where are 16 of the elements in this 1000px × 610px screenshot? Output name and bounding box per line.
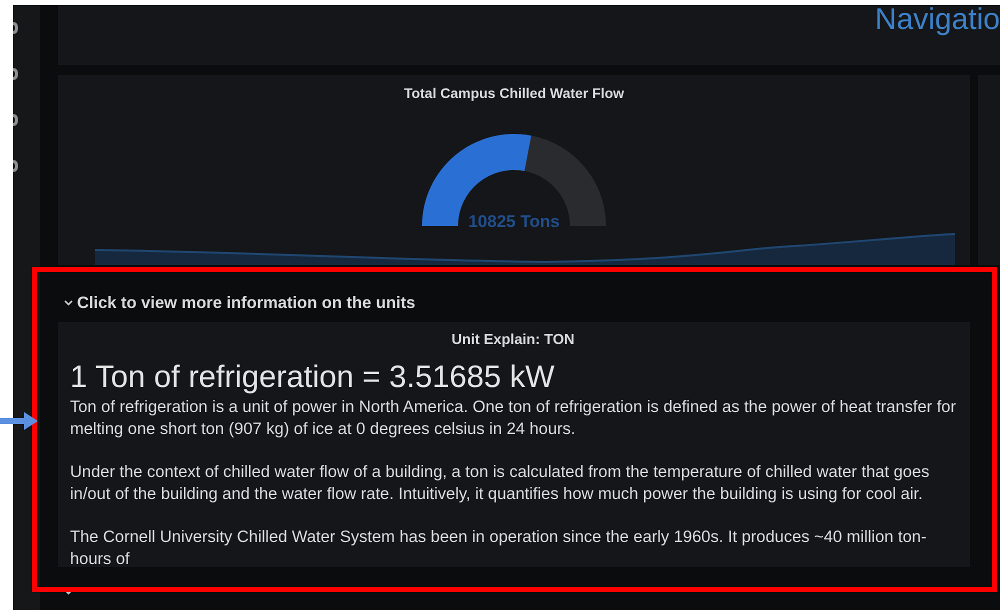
info-paragraph: The Cornell University Chilled Water System has been in operation since the early 1960s. It produces ~40 million ton-hours of	[70, 526, 928, 570]
sidebar-icon[interactable]	[13, 159, 19, 173]
page-title: Navigatio	[874, 5, 1000, 35]
chevron-down-icon[interactable]	[64, 589, 73, 595]
pointer-arrow	[0, 410, 40, 432]
panel-title: Total Campus Chilled Water Flow	[404, 84, 624, 103]
info-paragraph: Ton of refrigeration is a unit of power in North America. One ton of refrigeration is defined as the power of heat transfer for melting one short ton (907 kg) of ice at 0 degrees celsius in 24 hours.	[70, 396, 956, 440]
conversion-heading: 1 Ton of refrigeration = 3.51685 kW	[70, 360, 556, 394]
info-paragraph: Under the context of chilled water flow of a building, a ton is calculated from the temperature of chilled water that goes in/out of the building and the water flow rate. Intuitively, it quantifies how much power the building is using for cool air.	[70, 462, 930, 505]
panel-title: Unit Explain: TON	[450, 331, 576, 350]
chevron-down-icon[interactable]	[64, 300, 73, 306]
sidebar-icon[interactable]	[13, 113, 19, 127]
gauge-value: 10825 Tons	[467, 210, 561, 232]
row-title[interactable]: Click to view more information on the units	[77, 290, 416, 316]
sidebar-icon[interactable]	[13, 21, 19, 35]
sidebar-icon[interactable]	[13, 67, 19, 81]
